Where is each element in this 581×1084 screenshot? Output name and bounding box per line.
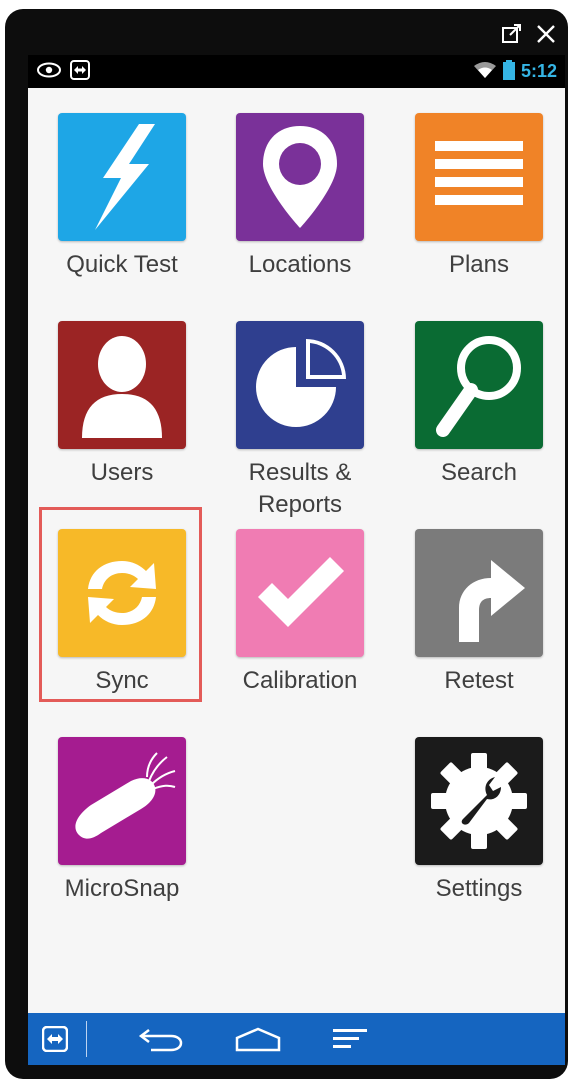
app-retest[interactable]: Retest bbox=[409, 529, 549, 697]
phone-screen: 5:12 Quick Test Locations Plans Users Re… bbox=[28, 55, 565, 1065]
results-reports-tile[interactable] bbox=[236, 321, 364, 449]
search-tile[interactable] bbox=[415, 321, 543, 449]
app-label: Results & Reports bbox=[248, 459, 352, 518]
clock-time: 5:12 bbox=[520, 61, 557, 81]
app-calibration[interactable]: Calibration bbox=[230, 529, 370, 697]
device-frame: 5:12 Quick Test Locations Plans Users Re… bbox=[5, 9, 568, 1079]
app-label: Locations bbox=[248, 251, 352, 278]
user-icon bbox=[82, 336, 162, 438]
back-icon[interactable] bbox=[137, 1026, 183, 1052]
locations-tile[interactable] bbox=[236, 113, 364, 241]
checkmark-icon bbox=[258, 557, 344, 627]
app-search[interactable]: Search bbox=[409, 321, 549, 489]
app-label: Users bbox=[90, 459, 154, 486]
close-icon[interactable] bbox=[534, 22, 558, 46]
app-label: Retest bbox=[444, 667, 514, 694]
eye-icon bbox=[36, 62, 62, 82]
status-bar: 5:12 bbox=[28, 55, 565, 88]
quick-test-tile[interactable] bbox=[58, 113, 186, 241]
app-users[interactable]: Users bbox=[52, 321, 192, 489]
settings-tile[interactable] bbox=[415, 737, 543, 865]
app-locations[interactable]: Locations bbox=[230, 113, 370, 281]
lightning-icon bbox=[95, 124, 155, 230]
wifi-icon bbox=[473, 61, 497, 83]
app-label: MicroSnap bbox=[64, 875, 180, 902]
app-quick-test[interactable]: Quick Test bbox=[52, 113, 192, 281]
pie-chart-icon bbox=[256, 339, 346, 427]
app-results-reports[interactable]: Results & Reports bbox=[230, 321, 370, 521]
app-label: Calibration bbox=[242, 667, 358, 694]
menu-icon[interactable] bbox=[333, 1027, 369, 1051]
app-label: Plans bbox=[448, 251, 510, 278]
window-controls bbox=[500, 19, 558, 49]
home-icon[interactable] bbox=[233, 1026, 283, 1052]
app-microsnap[interactable]: MicroSnap bbox=[52, 737, 192, 905]
gear-wrench-icon bbox=[431, 753, 527, 849]
navigation-bar bbox=[28, 1013, 565, 1065]
calibration-tile[interactable] bbox=[236, 529, 364, 657]
bacteria-icon bbox=[75, 752, 176, 839]
redo-arrow-icon bbox=[459, 560, 525, 642]
map-pin-icon bbox=[263, 126, 337, 228]
list-lines-icon bbox=[435, 141, 523, 205]
app-label: Search bbox=[440, 459, 518, 486]
plans-tile[interactable] bbox=[415, 113, 543, 241]
magnifier-icon bbox=[436, 336, 521, 437]
sync-highlight-box bbox=[39, 507, 202, 702]
teamviewer-icon bbox=[70, 59, 90, 84]
app-plans[interactable]: Plans bbox=[409, 113, 549, 281]
retest-tile[interactable] bbox=[415, 529, 543, 657]
teamviewer-icon[interactable] bbox=[42, 1026, 68, 1052]
users-tile[interactable] bbox=[58, 321, 186, 449]
nav-divider bbox=[86, 1021, 87, 1057]
app-settings[interactable]: Settings bbox=[409, 737, 549, 905]
external-open-icon[interactable] bbox=[500, 22, 524, 46]
app-label: Settings bbox=[435, 875, 523, 902]
battery-icon bbox=[502, 59, 515, 84]
app-label: Quick Test bbox=[66, 251, 178, 278]
microsnap-tile[interactable] bbox=[58, 737, 186, 865]
